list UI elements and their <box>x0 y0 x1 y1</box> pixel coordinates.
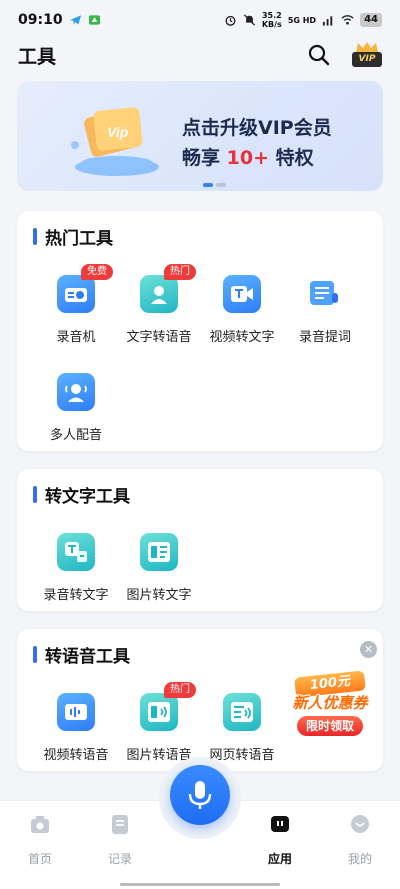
video-speech-icon <box>57 693 95 731</box>
tab-records[interactable]: 记录 <box>90 813 150 866</box>
mute-icon <box>243 14 255 26</box>
page-title: 工具 <box>18 45 57 68</box>
tool-text-to-speech[interactable]: 热门 文字转语音 <box>116 264 202 365</box>
coupon-claim-button[interactable]: 限时领取 <box>297 716 363 736</box>
tool-multi-dubbing[interactable]: 多人配音 <box>33 373 119 463</box>
vip-promo-banner[interactable]: Vip 点击升级VIP会员 畅享 10+ 特权 <box>17 81 383 191</box>
battery-indicator: 44 <box>360 13 382 27</box>
carousel-indicator <box>203 183 226 187</box>
search-icon[interactable] <box>308 44 330 66</box>
crown-icon <box>356 42 378 52</box>
network-type: 5G HD <box>287 15 317 25</box>
network-speed: 35.2 KB/s <box>261 11 282 29</box>
app-notification-icon <box>88 15 100 25</box>
apps-icon <box>271 816 289 832</box>
new-user-coupon[interactable]: 100元 新人优惠券 限时领取 <box>285 670 375 742</box>
carousel-dot-active <box>203 183 213 187</box>
section-title: 转文字工具 <box>33 483 130 507</box>
vip-button[interactable]: VIP <box>352 42 382 68</box>
tool-video-to-speech[interactable]: 视频转语音 <box>33 693 119 783</box>
tab-label: 应用 <box>267 852 292 866</box>
tool-audio-to-text[interactable]: 录音转文字 <box>33 533 119 623</box>
tab-label: 我的 <box>347 852 372 866</box>
multi-voice-icon <box>57 373 95 411</box>
status-time: 09:10 <box>18 12 63 28</box>
tool-recorder[interactable]: 免费 录音机 <box>33 264 119 365</box>
home-indicator[interactable] <box>120 883 280 886</box>
telegram-icon <box>69 15 81 25</box>
section-title: 热门工具 <box>33 225 113 249</box>
camera-home-icon <box>31 816 49 833</box>
tool-image-to-text[interactable]: 图片转文字 <box>116 533 202 623</box>
tool-label: 录音提词 <box>298 330 351 345</box>
tool-label: 录音转文字 <box>43 588 109 603</box>
carousel-dot <box>216 183 226 187</box>
tool-label: 视频转文字 <box>209 330 275 345</box>
coupon-title: 新人优惠券 <box>292 694 368 712</box>
audio-text-icon <box>57 533 95 571</box>
tool-label: 文字转语音 <box>126 330 192 345</box>
title-accent-bar <box>33 227 37 245</box>
wifi-icon <box>341 15 354 25</box>
title-accent-bar <box>33 645 37 663</box>
tool-label: 图片转文字 <box>126 588 192 603</box>
svg-text:Vip: Vip <box>107 124 129 140</box>
web-speech-icon <box>223 693 261 731</box>
speaker-person-icon <box>140 275 178 313</box>
close-icon[interactable]: ✕ <box>360 641 377 658</box>
document-icon <box>112 815 128 834</box>
status-bar: 09:10 35.2 KB/s 5G HD 44 <box>0 0 400 40</box>
tab-label: 记录 <box>107 852 132 866</box>
vip-card-illustration: Vip <box>71 107 159 176</box>
free-tag: 免费 <box>81 264 113 280</box>
tab-home[interactable]: 首页 <box>10 813 70 866</box>
app-header: 工具 VIP <box>0 40 400 70</box>
tool-label: 录音机 <box>56 330 96 345</box>
microphone-icon <box>188 781 212 809</box>
title-accent-bar <box>33 485 37 503</box>
hot-tag: 热门 <box>164 264 196 280</box>
hot-tag: 热门 <box>164 682 196 698</box>
signal-icon <box>323 16 333 26</box>
vip-label: VIP <box>352 52 382 67</box>
image-speech-icon <box>140 693 178 731</box>
record-button[interactable] <box>170 765 230 825</box>
tab-label: 首页 <box>27 852 52 866</box>
section-title: 转语音工具 <box>33 643 130 667</box>
banner-headline: 点击升级VIP会员 <box>182 117 332 139</box>
tool-teleprompter[interactable]: 录音提词 <box>282 275 368 365</box>
tab-profile[interactable]: 我的 <box>330 813 390 866</box>
tool-label: 视频转语音 <box>43 748 109 763</box>
video-text-icon <box>223 275 261 313</box>
to-text-tools-card: 转文字工具 录音转文字 图片转文字 <box>17 469 383 611</box>
profile-icon <box>351 815 369 833</box>
radio-recorder-icon <box>57 275 95 313</box>
record-button-wrap <box>159 757 241 839</box>
teleprompter-icon <box>306 275 344 313</box>
banner-subline: 畅享 10+ 特权 <box>182 147 314 169</box>
image-text-icon <box>140 533 178 571</box>
tab-apps[interactable]: 应用 <box>250 813 310 866</box>
hot-tools-card: 热门工具 免费 录音机 热门 文字转语音 视频转文字 录音提词 多人配音 <box>17 211 383 451</box>
tool-label: 多人配音 <box>49 428 102 443</box>
alarm-icon <box>225 15 236 26</box>
tool-video-to-text[interactable]: 视频转文字 <box>199 275 285 365</box>
